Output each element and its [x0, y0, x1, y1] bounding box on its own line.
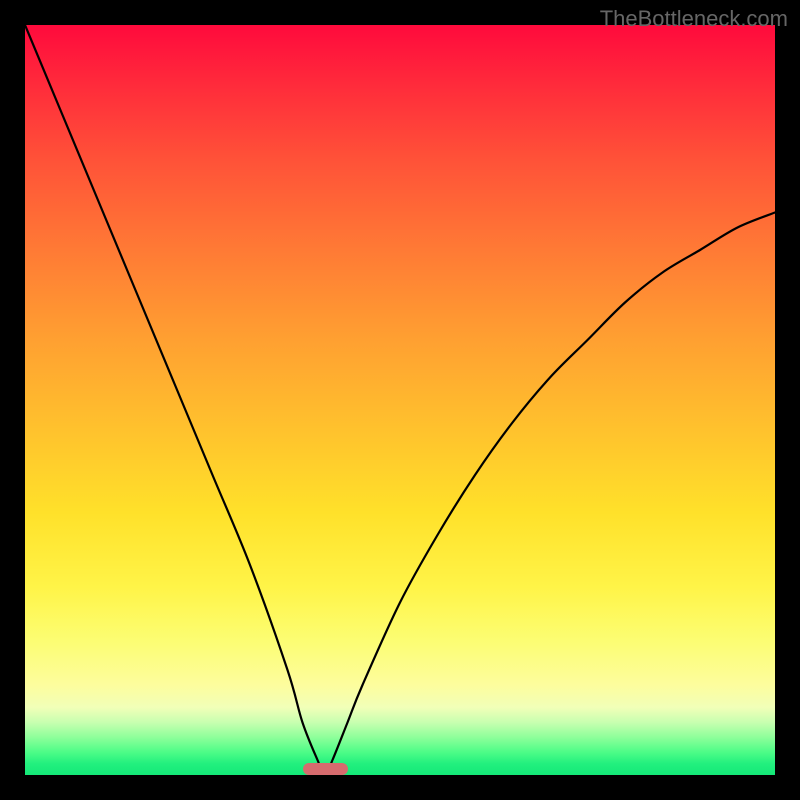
plot-area — [25, 25, 775, 775]
bottleneck-curve-path — [25, 25, 775, 775]
bottleneck-curve-svg — [25, 25, 775, 775]
optimal-range-marker — [303, 763, 348, 775]
watermark-text: TheBottleneck.com — [600, 6, 788, 32]
